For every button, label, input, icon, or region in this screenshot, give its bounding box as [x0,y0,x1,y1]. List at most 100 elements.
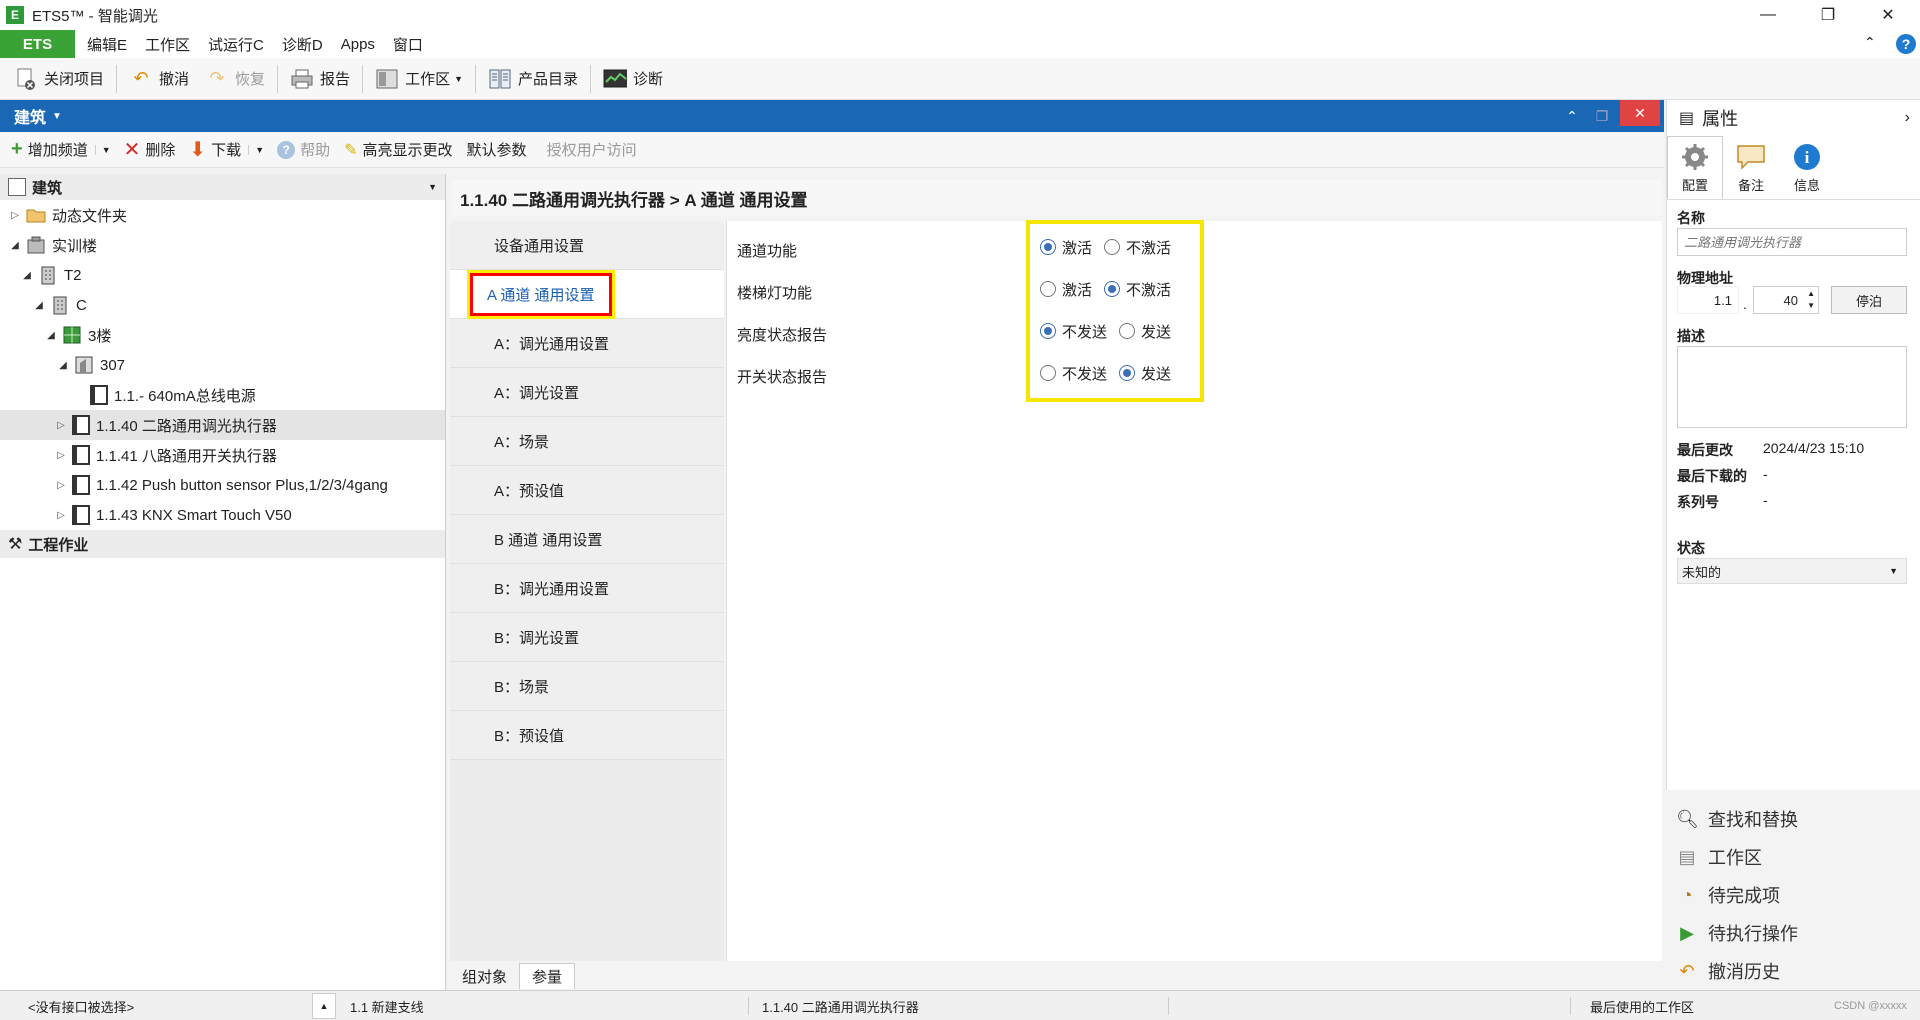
project-work-section[interactable]: ⚒ 工程作业 [0,530,445,558]
tree-header-dropdown-icon[interactable]: ▼ [428,182,437,192]
radio-option[interactable]: 不激活 [1104,279,1171,300]
tab-info[interactable]: i 信息 [1779,136,1835,199]
expand-icon[interactable]: ▷ [8,210,22,221]
redo-button[interactable]: ↷ 恢复 [197,62,273,96]
tree-item-dynamic-folder[interactable]: ▷ 动态文件夹 [0,200,445,230]
tree-item-t2[interactable]: ◢ T2 [0,260,445,290]
close-project-button[interactable]: 关闭项目 [6,62,112,96]
param-page-item[interactable]: B：预设值 [450,711,724,760]
collapse-icon[interactable]: ◢ [56,360,70,371]
report-button[interactable]: 报告 [282,62,358,96]
radio-button[interactable] [1119,323,1136,339]
radio-option[interactable]: 发送 [1119,321,1171,342]
ets-menu-tab[interactable]: ETS [0,30,75,58]
interface-status[interactable]: <没有接口被选择> [28,991,134,1020]
radio-option[interactable]: 发送 [1119,363,1171,384]
todo-item[interactable]: ◔ 待完成项 [1666,876,1920,914]
panel-title[interactable]: 建筑 [14,104,46,128]
menu-workspace[interactable]: 工作区 [141,34,194,55]
collapse-icon[interactable]: ◢ [44,330,58,341]
minimize-button[interactable]: — [1740,0,1796,30]
name-field[interactable] [1677,228,1907,256]
tree-item-device[interactable]: 1.1.- 640mA总线电源 [0,380,445,410]
radio-option[interactable]: 不发送 [1040,363,1107,384]
radio-button[interactable] [1119,365,1136,381]
radio-button[interactable] [1040,281,1056,297]
tab-notes[interactable]: 备注 [1723,136,1779,199]
default-params-button[interactable]: 默认参数 [460,139,534,160]
menu-commissioning[interactable]: 试运行C [204,34,268,55]
expand-icon[interactable]: ▷ [54,420,68,431]
menu-apps[interactable]: Apps [337,36,379,53]
collapse-icon[interactable]: ◢ [20,270,34,281]
description-field[interactable] [1677,346,1907,428]
param-page-item[interactable]: B 通道 通用设置 [450,515,724,564]
stepper-arrows-icon[interactable]: ▲ ▼ [1807,288,1815,312]
panel-dropdown-icon[interactable]: ▼ [52,111,62,122]
find-replace-item[interactable]: 🔍︎ 查找和替换 [1666,800,1920,838]
menu-window[interactable]: 窗口 [389,34,427,55]
close-window-button[interactable]: ✕ [1860,0,1916,30]
tree-item-device[interactable]: ▷ 1.1.42 Push button sensor Plus,1/2/3/4… [0,470,445,500]
help-button[interactable]: ? 帮助 [270,139,337,160]
add-channel-button[interactable]: + 增加频道 [4,138,95,161]
panel-close-button[interactable]: ✕ [1620,100,1660,126]
radio-button[interactable] [1040,323,1056,339]
collapse-icon[interactable]: ◢ [8,240,22,251]
add-dropdown-icon[interactable]: ▼ [94,144,117,155]
panel-restore-icon[interactable]: ❐ [1590,100,1614,132]
tree-item-floor-3[interactable]: ◢ 3楼 [0,320,445,350]
expand-icon[interactable]: ▷ [54,450,68,461]
param-page-item[interactable]: B：调光通用设置 [450,564,724,613]
radio-option[interactable]: 激活 [1040,237,1092,258]
collapse-ribbon-icon[interactable]: ⌃ [1864,34,1876,51]
tree-item-c[interactable]: ◢ C [0,290,445,320]
workspace-item[interactable]: ▤ 工作区 [1666,838,1920,876]
param-page-item[interactable]: A：调光设置 [450,368,724,417]
download-button[interactable]: ⬇ 下载 [182,137,248,162]
undo-history-item[interactable]: ↶ 撤消历史 [1666,952,1920,990]
param-page-item[interactable]: 设备通用设置 [450,221,724,270]
diagnostics-button[interactable]: 诊断 [595,62,671,96]
radio-option[interactable]: 不激活 [1104,237,1171,258]
tree-item-device[interactable]: ▷ 1.1.43 KNX Smart Touch V50 [0,500,445,530]
param-page-item[interactable]: B：调光设置 [450,613,724,662]
delete-button[interactable]: ✕ 删除 [117,137,183,162]
menu-diagnostics[interactable]: 诊断D [278,34,327,55]
address-stepper[interactable]: 40 ▲ ▼ [1753,286,1819,314]
radio-option[interactable]: 激活 [1040,279,1092,300]
radio-button[interactable] [1040,365,1056,381]
download-dropdown-icon[interactable]: ▼ [248,144,270,155]
help-icon[interactable]: ? [1896,34,1916,54]
status-select[interactable]: 未知的 ▼ [1677,558,1907,584]
tree-item-room-307[interactable]: ◢ 307 [0,350,445,380]
tab-config[interactable]: 配置 [1667,136,1723,199]
radio-button[interactable] [1040,239,1056,255]
param-page-item[interactable]: A：预设值 [450,466,724,515]
param-page-item[interactable]: A：场景 [450,417,724,466]
expand-icon[interactable]: ▷ [54,480,68,491]
radio-option[interactable]: 不发送 [1040,321,1107,342]
tree-item-building[interactable]: ◢ 实训楼 [0,230,445,260]
menu-edit[interactable]: 编辑E [83,34,131,55]
tab-parameters[interactable]: 参量 [519,963,576,989]
undo-button[interactable]: ↶ 撤消 [121,62,197,96]
park-button[interactable]: 停泊 [1831,286,1907,314]
param-page-item[interactable]: A：调光通用设置 [450,319,724,368]
radio-button[interactable] [1104,239,1121,255]
catalog-button[interactable]: 产品目录 [480,62,586,96]
expand-icon[interactable]: ▷ [54,510,68,521]
workspace-dropdown[interactable]: 工作区 ▼ [367,62,471,96]
tree-item-device[interactable]: ▷ 1.1.41 八路通用开关执行器 [0,440,445,470]
param-page-item[interactable]: B：场景 [450,662,724,711]
highlight-changes-button[interactable]: ✎ 高亮显示更改 [337,139,459,160]
tree-item-device-selected[interactable]: ▷ 1.1.40 二路通用调光执行器 [0,410,445,440]
authorize-access-button[interactable]: 授权用户访问 [540,139,644,160]
interface-up-icon[interactable]: ▲ [312,993,336,1019]
param-page-item-active[interactable]: A 通道 通用设置 [450,269,724,319]
tab-group-objects[interactable]: 组对象 [450,963,519,989]
maximize-button[interactable]: ❐ [1800,0,1856,30]
panel-collapse-icon[interactable]: ⌃ [1560,100,1584,132]
chevron-right-icon[interactable]: › [1905,109,1910,127]
radio-button[interactable] [1104,281,1121,297]
